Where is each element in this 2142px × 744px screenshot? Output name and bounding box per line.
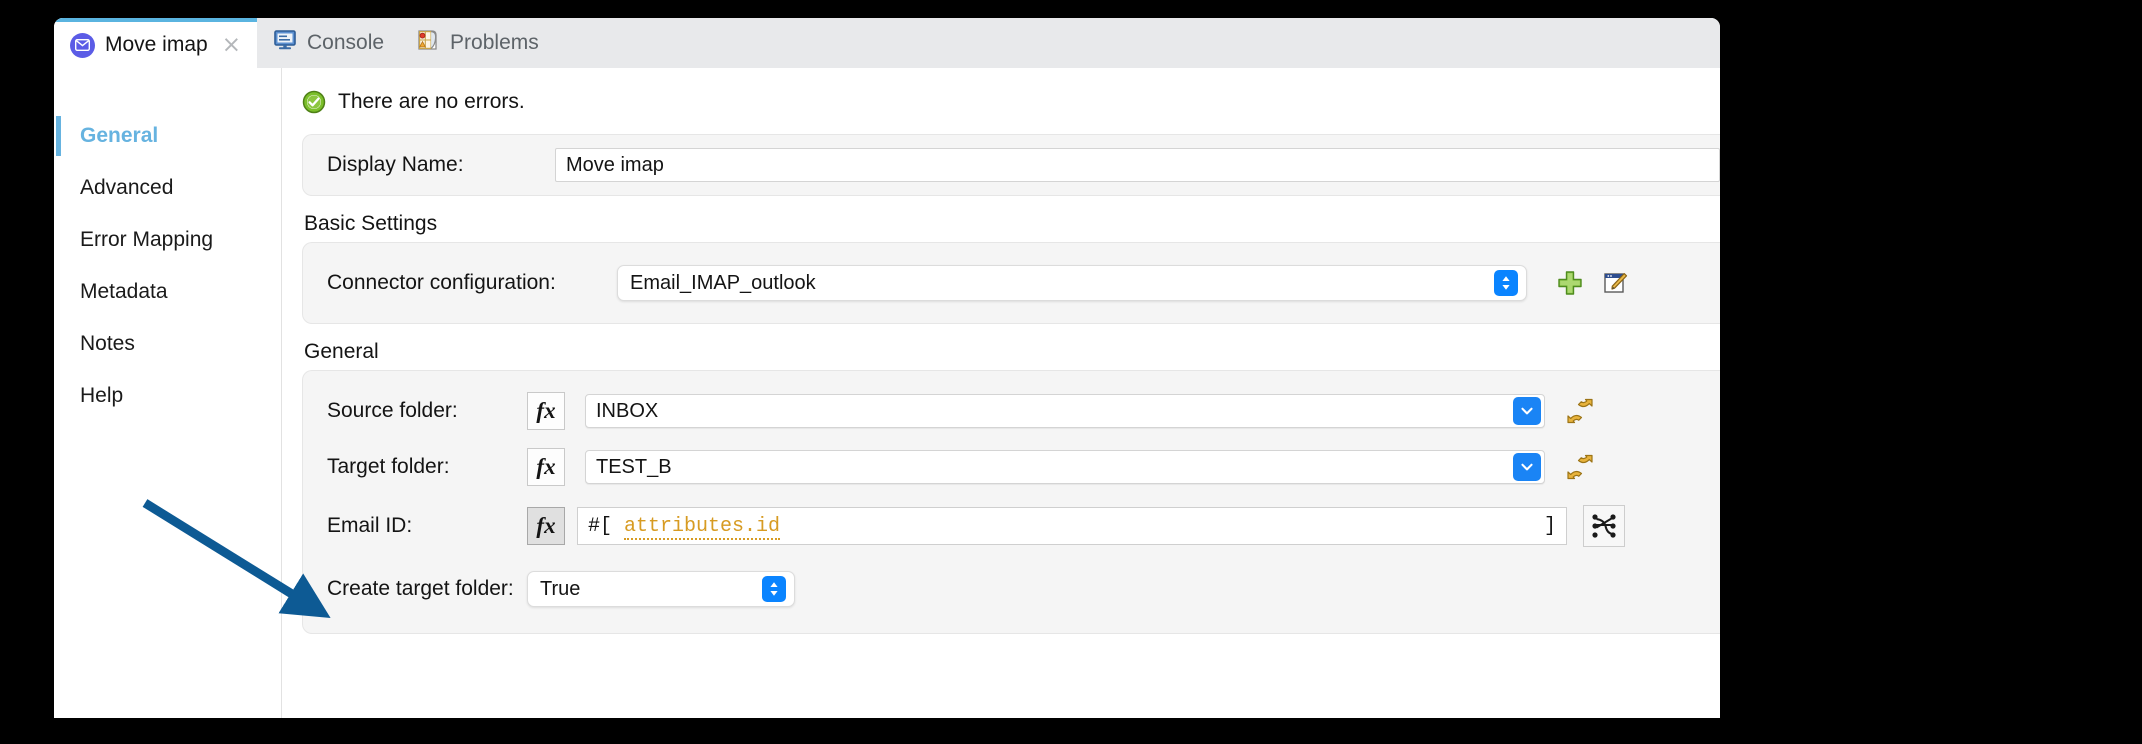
chevron-down-icon[interactable] — [1513, 397, 1541, 425]
tab-console[interactable]: Console — [257, 18, 400, 68]
source-folder-combo[interactable]: INBOX — [585, 394, 1545, 428]
create-target-folder-value: True — [540, 578, 762, 601]
configuration-window: Move imap × Console — [54, 18, 1720, 718]
create-target-folder-row: Create target folder: True — [303, 557, 1720, 621]
problems-warning-icon — [416, 28, 440, 58]
general-group-title: General — [304, 340, 1720, 364]
status-message: There are no errors. — [338, 90, 525, 114]
sidebar-item-label: Error Mapping — [80, 228, 213, 252]
validation-status: There are no errors. — [282, 68, 1720, 134]
basic-settings-group: Connector configuration: Email_IMAP_outl… — [302, 242, 1720, 324]
sidebar-item-label: Notes — [80, 332, 135, 356]
general-group: Source folder: fx INBOX — [302, 370, 1720, 634]
sidebar-item-label: Metadata — [80, 280, 168, 304]
tab-bar: Move imap × Console — [54, 18, 1720, 68]
connector-configuration-label: Connector configuration: — [327, 271, 617, 295]
envelope-icon — [70, 33, 95, 58]
edit-pencil-icon[interactable] — [1601, 268, 1631, 298]
email-id-prefix: #[ — [588, 515, 624, 538]
sidebar-item-error-mapping[interactable]: Error Mapping — [54, 214, 281, 266]
display-name-label: Display Name: — [327, 153, 555, 177]
sidebar-item-metadata[interactable]: Metadata — [54, 266, 281, 318]
connector-configuration-select[interactable]: Email_IMAP_outlook — [617, 265, 1527, 301]
email-id-fx-button[interactable]: fx — [527, 507, 565, 545]
sidebar-item-help[interactable]: Help — [54, 370, 281, 422]
refresh-metadata-icon[interactable] — [1565, 396, 1595, 426]
target-folder-value: TEST_B — [596, 456, 1513, 479]
email-id-row: Email ID: fx #[ attributes.id ] — [303, 495, 1720, 557]
sidebar-item-label: Advanced — [80, 176, 173, 200]
sidebar-item-notes[interactable]: Notes — [54, 318, 281, 370]
email-id-label: Email ID: — [327, 514, 527, 538]
target-folder-combo[interactable]: TEST_B — [585, 450, 1545, 484]
tab-label: Console — [307, 31, 384, 55]
target-folder-row: Target folder: fx TEST_B — [303, 439, 1720, 495]
display-name-row: Display Name: Move imap — [303, 135, 1720, 195]
basic-settings-title: Basic Settings — [304, 212, 1720, 236]
tab-problems[interactable]: Problems — [400, 18, 555, 68]
tab-label: Problems — [450, 31, 539, 55]
source-folder-label: Source folder: — [327, 399, 527, 423]
source-folder-fx-button[interactable]: fx — [527, 392, 565, 430]
target-folder-fx-button[interactable]: fx — [527, 448, 565, 486]
refresh-metadata-icon[interactable] — [1565, 452, 1595, 482]
sidebar-item-general[interactable]: General — [54, 110, 281, 162]
panel-body: General Advanced Error Mapping Metadata … — [54, 68, 1720, 718]
email-id-suffix: ] — [1544, 515, 1556, 538]
tab-move-imap[interactable]: Move imap × — [54, 18, 257, 68]
tab-label: Move imap — [105, 33, 208, 57]
display-name-group: Display Name: Move imap — [302, 134, 1720, 196]
sidebar-item-advanced[interactable]: Advanced — [54, 162, 281, 214]
chevron-down-icon[interactable] — [1513, 453, 1541, 481]
email-id-token: attributes.id — [624, 515, 780, 540]
email-id-expression-input[interactable]: #[ attributes.id ] — [577, 507, 1567, 545]
display-name-input[interactable]: Move imap — [555, 148, 1720, 182]
stepper-updown-icon[interactable] — [1494, 270, 1518, 296]
target-folder-label: Target folder: — [327, 455, 527, 479]
connector-configuration-value: Email_IMAP_outlook — [630, 272, 1494, 295]
success-check-icon — [302, 90, 326, 114]
plus-add-icon[interactable] — [1555, 268, 1585, 298]
dataweave-transform-icon[interactable] — [1583, 505, 1625, 547]
console-monitor-icon — [273, 28, 297, 58]
source-folder-value: INBOX — [596, 400, 1513, 423]
stepper-updown-icon[interactable] — [762, 576, 786, 602]
email-id-expression: #[ attributes.id — [588, 515, 1544, 538]
display-name-value: Move imap — [566, 154, 664, 177]
create-target-folder-select[interactable]: True — [527, 571, 795, 607]
sidebar-item-label: Help — [80, 384, 123, 408]
settings-sidebar: General Advanced Error Mapping Metadata … — [54, 68, 282, 718]
close-icon[interactable]: × — [222, 34, 241, 57]
connector-configuration-row: Connector configuration: Email_IMAP_outl… — [303, 255, 1720, 311]
create-target-folder-label: Create target folder: — [327, 577, 527, 601]
settings-content: There are no errors. Display Name: Move … — [282, 68, 1720, 718]
sidebar-item-label: General — [80, 124, 158, 148]
source-folder-row: Source folder: fx INBOX — [303, 383, 1720, 439]
